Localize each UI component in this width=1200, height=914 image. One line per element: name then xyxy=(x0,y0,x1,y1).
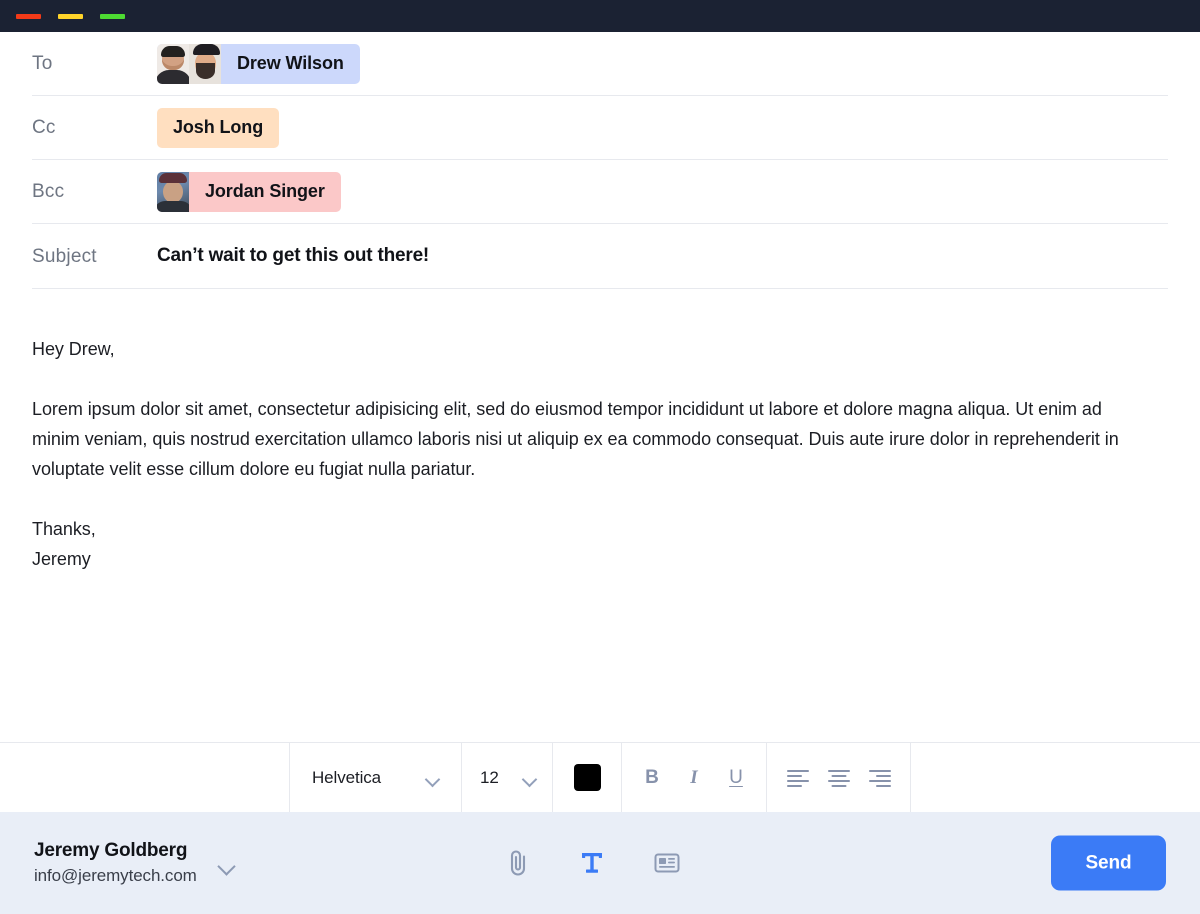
font-size-select[interactable]: 12 xyxy=(461,743,552,812)
bold-button[interactable]: B xyxy=(641,768,663,787)
align-left-icon xyxy=(786,769,809,787)
avatar xyxy=(157,171,189,212)
cc-chip-list: Josh Long xyxy=(157,107,280,148)
send-button[interactable]: Send xyxy=(1051,835,1166,891)
body-paragraph: Lorem ipsum dolor sit amet, consectetur … xyxy=(32,399,1119,479)
align-right-icon xyxy=(868,769,891,787)
signature-button[interactable] xyxy=(653,848,681,878)
compose-header: To Drew Wilson Cc Josh Long Bcc Jordan S… xyxy=(0,32,1200,289)
bcc-field-row[interactable]: Bcc Jordan Singer xyxy=(32,160,1168,224)
compose-footer: Jeremy Goldberg info@jeremytech.com Send xyxy=(0,812,1200,914)
window-minimize-button[interactable] xyxy=(58,13,83,19)
chevron-down-icon[interactable] xyxy=(219,860,235,870)
align-right-button[interactable] xyxy=(868,769,891,787)
align-left-button[interactable] xyxy=(786,769,809,787)
bcc-chip-list: Jordan Singer xyxy=(157,171,341,212)
sender-name: Jeremy Goldberg xyxy=(34,840,188,862)
underline-button[interactable]: U xyxy=(725,768,747,787)
font-size-value: 12 xyxy=(480,767,499,787)
chevron-down-icon xyxy=(523,774,536,782)
avatar xyxy=(157,43,189,84)
body-greeting: Hey Drew, xyxy=(32,339,115,359)
to-field-row[interactable]: To Drew Wilson xyxy=(32,32,1168,96)
font-family-select[interactable]: Helvetica xyxy=(289,743,461,812)
text-format-icon xyxy=(582,853,602,873)
sender-selector[interactable]: Jeremy Goldberg info@jeremytech.com xyxy=(34,838,235,887)
recipient-chip-josh-long[interactable]: Josh Long xyxy=(157,107,280,148)
chip-avatar-group xyxy=(157,43,221,84)
chip-label: Jordan Singer xyxy=(205,181,325,201)
sender-email: info@jeremytech.com xyxy=(34,865,197,885)
font-family-value: Helvetica xyxy=(312,767,382,787)
attachment-button[interactable] xyxy=(505,848,531,878)
text-color-picker[interactable] xyxy=(552,743,621,812)
message-body-editor[interactable]: Hey Drew, Lorem ipsum dolor sit amet, co… xyxy=(0,289,1200,742)
italic-button[interactable]: I xyxy=(683,768,705,787)
paperclip-icon xyxy=(510,850,526,876)
window-titlebar xyxy=(0,0,1200,32)
align-center-button[interactable] xyxy=(827,769,850,787)
window-close-button[interactable] xyxy=(16,13,41,19)
text-format-toggle[interactable] xyxy=(579,848,605,878)
cc-field-row[interactable]: Cc Josh Long xyxy=(32,96,1168,160)
align-center-icon xyxy=(827,769,850,787)
subject-label: Subject xyxy=(32,245,97,267)
to-label: To xyxy=(32,53,53,74)
avatar xyxy=(189,43,221,84)
color-swatch-icon xyxy=(573,764,601,791)
email-compose-window: To Drew Wilson Cc Josh Long Bcc Jordan S… xyxy=(0,0,1200,914)
signature-line: Jeremy xyxy=(32,549,91,569)
window-maximize-button[interactable] xyxy=(100,13,125,19)
chevron-down-icon xyxy=(426,774,439,782)
chip-label: Drew Wilson xyxy=(237,53,344,73)
chip-label: Josh Long xyxy=(173,117,264,137)
chip-avatar-group xyxy=(157,171,189,212)
toolbar-left-spacer xyxy=(0,743,289,812)
signature-card-icon xyxy=(654,853,680,873)
bcc-label: Bcc xyxy=(32,181,65,202)
to-chip-list: Drew Wilson xyxy=(157,43,360,84)
sender-info: Jeremy Goldberg info@jeremytech.com xyxy=(34,838,197,887)
formatting-toolbar: Helvetica 12 B I U xyxy=(0,742,1200,812)
text-style-group: B I U xyxy=(621,743,766,812)
footer-tool-group xyxy=(505,812,681,914)
recipient-chip-drew-wilson[interactable]: Drew Wilson xyxy=(157,43,360,84)
cc-label: Cc xyxy=(32,117,56,138)
subject-input[interactable]: Can’t wait to get this out there! xyxy=(157,245,429,267)
subject-field-row[interactable]: Subject Can’t wait to get this out there… xyxy=(32,224,1168,289)
body-signoff: Thanks, Jeremy xyxy=(32,514,1152,574)
text-align-group xyxy=(766,743,911,812)
signoff-line: Thanks, xyxy=(32,519,96,539)
recipient-chip-jordan-singer[interactable]: Jordan Singer xyxy=(157,171,341,212)
